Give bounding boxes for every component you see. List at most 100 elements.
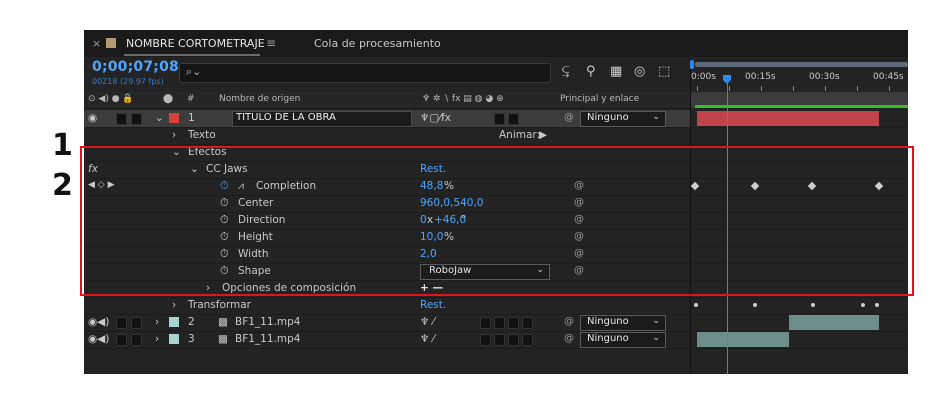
keyframe-dot[interactable] xyxy=(753,303,757,307)
lock-switch[interactable] xyxy=(131,334,142,346)
layer-2-track xyxy=(691,314,908,332)
layer-name[interactable]: BF1_11.mp4 xyxy=(235,333,300,345)
animar-play-icon[interactable]: ▶ xyxy=(539,129,547,141)
layer-1-bar[interactable] xyxy=(697,111,879,126)
comp-mini-flowchart-icon[interactable]: ⥹ xyxy=(562,64,570,79)
transformar-track: I xyxy=(691,297,908,315)
parent-select[interactable]: Ninguno ⌄ xyxy=(580,332,666,348)
layer-1-track xyxy=(691,110,908,128)
comp-color-swatch xyxy=(106,38,116,48)
number-header: # xyxy=(187,94,195,104)
layer-row-3[interactable]: ◉◀) › 3 ▩ BF1_11.mp4 ♆ ⁄ @ Ninguno ⌄ xyxy=(84,331,690,349)
layer-row-1[interactable]: ◉ ⌄ 1 TITULO DE LA OBRA ♆▢⁄fx @ Ninguno ⌄ xyxy=(84,110,690,128)
layer-switches-icons[interactable]: ♆ ⁄ xyxy=(420,333,435,345)
video-file-icon: ▩ xyxy=(218,316,228,328)
layer-switches-icons[interactable]: ♆ ⁄ xyxy=(420,316,435,328)
ruler-label: 0:00s xyxy=(691,72,716,82)
active-tab-indicator xyxy=(124,54,260,56)
solo-switch[interactable] xyxy=(116,113,127,125)
label-color-chip[interactable] xyxy=(169,317,179,327)
parent-value: Ninguno xyxy=(587,333,629,344)
switch-box[interactable] xyxy=(494,113,505,125)
shy-layers-icon[interactable]: ⚲ xyxy=(586,64,596,79)
hamburger-menu-icon[interactable]: ≡ xyxy=(266,36,276,50)
annotation-highlight-box xyxy=(80,146,914,296)
parent-select[interactable]: Ninguno ⌄ xyxy=(580,111,666,127)
layer-2-bar[interactable] xyxy=(789,315,879,330)
eye-audio-icons[interactable]: ◉◀) xyxy=(88,333,109,345)
source-name-header[interactable]: Nombre de origen xyxy=(219,94,300,104)
switch-box[interactable] xyxy=(508,317,519,329)
chevron-down-icon: ⌄ xyxy=(652,112,660,122)
switch-box[interactable] xyxy=(522,334,533,346)
tab-bar: × NOMBRE CORTOMETRAJE ≡ Cola de procesam… xyxy=(84,30,908,57)
switch-box[interactable] xyxy=(508,334,519,346)
chevron-down-icon: ⌄ xyxy=(652,333,660,343)
pickwhip-icon[interactable]: @ xyxy=(564,333,574,344)
keyframe-dot[interactable] xyxy=(875,303,879,307)
layer-switches-icons[interactable]: ♆▢⁄fx xyxy=(420,112,451,124)
motion-blur-icon[interactable]: ◎ xyxy=(634,64,645,79)
chevron-down-icon[interactable]: ⌄ xyxy=(155,112,164,124)
switch-box[interactable] xyxy=(508,113,519,125)
ruler-label: 00:45s xyxy=(873,72,904,82)
parent-header[interactable]: Principal y enlace xyxy=(560,94,639,104)
frame-blending-icon[interactable]: ▦ xyxy=(610,64,622,79)
lock-switch[interactable] xyxy=(131,113,142,125)
parent-value: Ninguno xyxy=(587,316,629,327)
annotation-number-2: 2 xyxy=(52,168,73,203)
reset-link[interactable]: Rest. xyxy=(420,299,446,311)
search-input[interactable]: ⌕⌄ xyxy=(179,63,551,83)
label-color-chip[interactable] xyxy=(169,334,179,344)
label-header-icon[interactable]: ⬤ xyxy=(163,94,173,104)
layer-number: 2 xyxy=(188,316,195,328)
pickwhip-icon[interactable]: @ xyxy=(564,316,574,327)
layer-3-bar[interactable] xyxy=(697,332,789,347)
chevron-right-icon[interactable]: › xyxy=(172,129,176,141)
close-tab-icon[interactable]: × xyxy=(92,37,101,50)
chevron-down-icon: ⌄ xyxy=(652,316,660,326)
chevron-right-icon[interactable]: › xyxy=(172,299,176,311)
column-header: ⊙ ◀) ● 🔒 ⬤ # Nombre de origen ♆ ✲ ∖ fx ▤… xyxy=(84,92,690,109)
switch-box[interactable] xyxy=(522,317,533,329)
solo-switch[interactable] xyxy=(116,317,127,329)
switch-box[interactable] xyxy=(480,334,491,346)
pickwhip-icon[interactable]: @ xyxy=(564,112,574,123)
tab-comp[interactable]: NOMBRE CORTOMETRAJE xyxy=(126,37,265,50)
label-color-chip[interactable] xyxy=(169,113,179,123)
layer-name-text: TITULO DE LA OBRA xyxy=(236,112,336,123)
keyframe-dot[interactable] xyxy=(811,303,815,307)
transformar-label: Transformar xyxy=(188,299,251,311)
track-row: I xyxy=(691,127,908,145)
ruler-label: 00:15s xyxy=(745,72,776,82)
eye-audio-icons[interactable]: ◉◀) xyxy=(88,316,109,328)
graph-editor-icon[interactable]: ⬚ xyxy=(658,64,670,79)
layer-row-2[interactable]: ◉◀) › 2 ▩ BF1_11.mp4 ♆ ⁄ @ Ninguno ⌄ xyxy=(84,314,690,332)
parent-select[interactable]: Ninguno ⌄ xyxy=(580,315,666,331)
parent-value: Ninguno xyxy=(587,112,629,123)
eye-icon[interactable]: ◉ xyxy=(88,112,97,124)
layer-3-track xyxy=(691,331,908,349)
keyframe-dot[interactable] xyxy=(694,303,698,307)
transformar-group-row[interactable]: › Transformar Rest. xyxy=(84,297,690,315)
layer-name[interactable]: BF1_11.mp4 xyxy=(235,316,300,328)
switches-icons-header: ♆ ✲ ∖ fx ▤ ◍ ◕ ⊕ xyxy=(422,94,504,104)
keyframe-dot[interactable] xyxy=(861,303,865,307)
texto-label: Texto xyxy=(188,129,216,141)
video-file-icon: ▩ xyxy=(218,333,228,345)
switch-box[interactable] xyxy=(494,317,505,329)
chevron-right-icon[interactable]: › xyxy=(155,333,159,345)
chevron-right-icon[interactable]: › xyxy=(155,316,159,328)
switch-box[interactable] xyxy=(480,317,491,329)
tab-render-queue[interactable]: Cola de procesamiento xyxy=(314,37,441,50)
layer-number: 1 xyxy=(188,112,195,124)
annotation-number-1: 1 xyxy=(52,128,73,163)
frame-count: 00218 (29.97 fps) xyxy=(92,77,164,86)
current-time-display[interactable]: 0;00;07;08 xyxy=(92,59,179,75)
lock-switch[interactable] xyxy=(131,317,142,329)
switch-box[interactable] xyxy=(494,334,505,346)
solo-switch[interactable] xyxy=(116,334,127,346)
texto-group-row[interactable]: › Texto Animar: ▶ xyxy=(84,127,690,145)
layer-name[interactable]: TITULO DE LA OBRA xyxy=(232,111,412,127)
switches-header: ⊙ ◀) ● 🔒 xyxy=(88,94,134,104)
